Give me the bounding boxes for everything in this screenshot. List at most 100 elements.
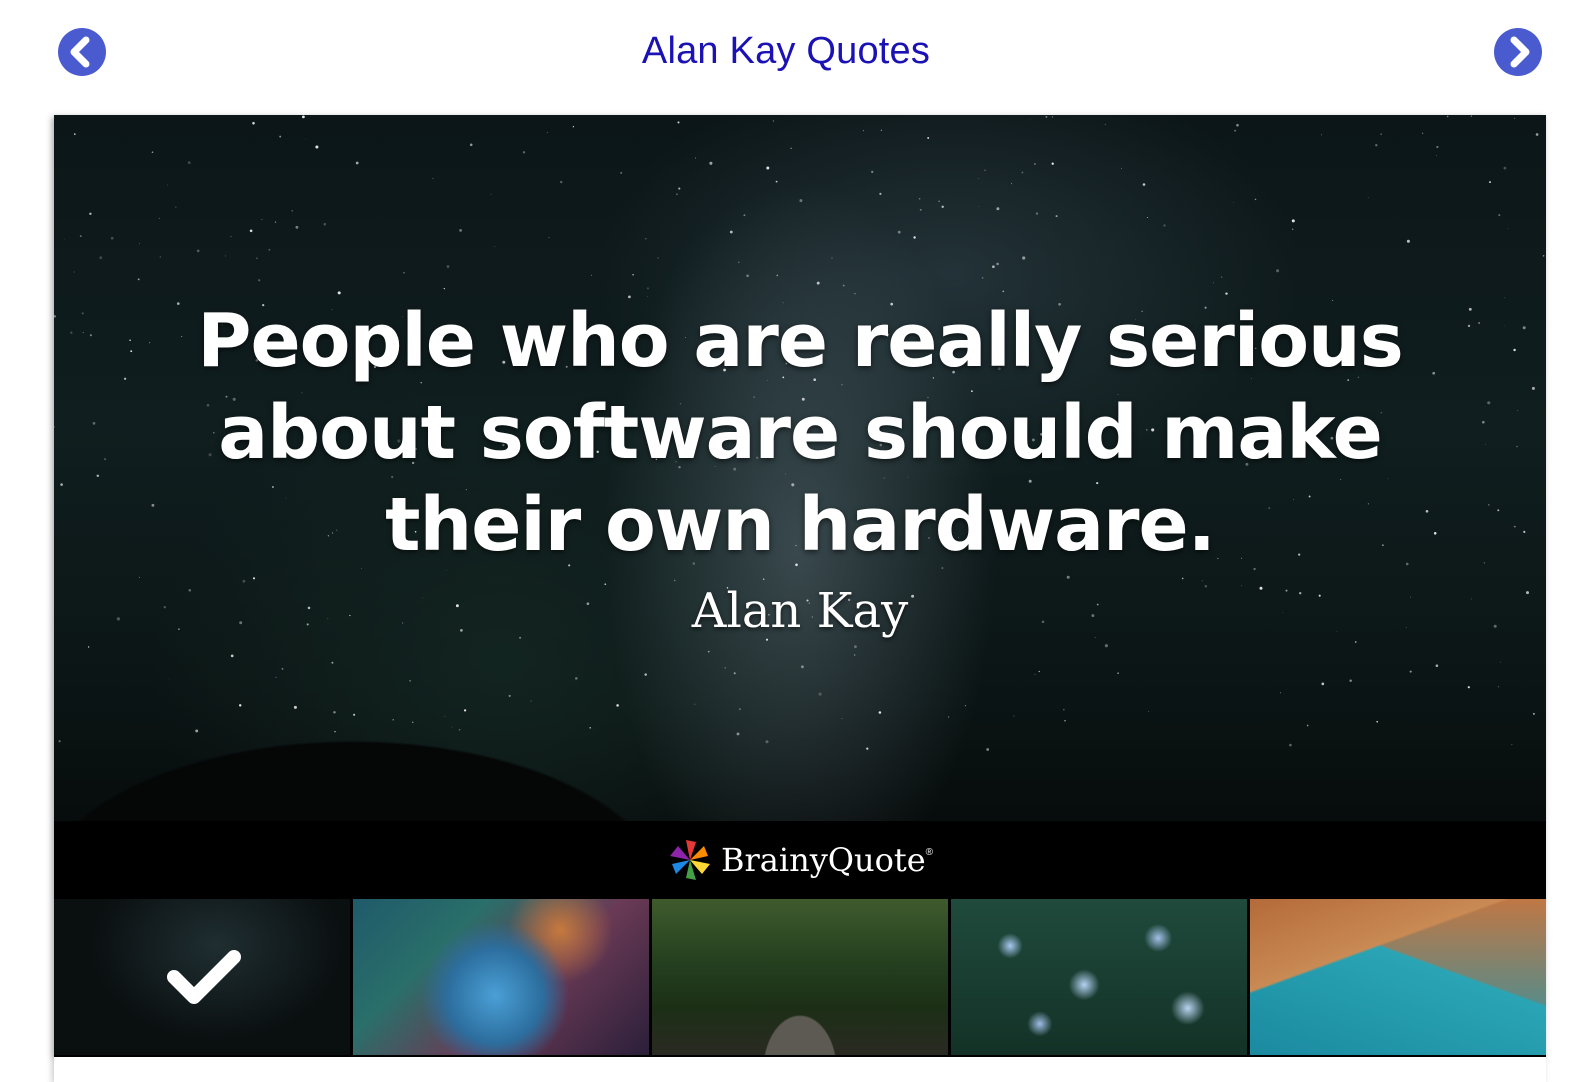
- star: [1035, 212, 1039, 215]
- star: [295, 225, 299, 229]
- star: [738, 261, 740, 263]
- quote-image[interactable]: People who are really serious about soft…: [54, 115, 1546, 899]
- header: Alan Kay Quotes: [0, 0, 1572, 110]
- star: [644, 237, 647, 240]
- star: [1436, 154, 1438, 156]
- star: [1051, 116, 1053, 118]
- star: [230, 235, 232, 238]
- star: [746, 274, 749, 278]
- star: [863, 130, 865, 132]
- star: [279, 135, 282, 138]
- star: [842, 284, 845, 287]
- star: [941, 205, 944, 208]
- thumbnail-nebula[interactable]: [353, 899, 649, 1055]
- star: [766, 166, 770, 170]
- star: [572, 126, 575, 128]
- star: [1011, 183, 1013, 185]
- star: [89, 212, 92, 216]
- star: [790, 147, 792, 149]
- star: [775, 180, 778, 183]
- star: [1146, 217, 1148, 218]
- star: [1232, 201, 1235, 204]
- brand-bar: BrainyQuote ®: [54, 821, 1546, 899]
- star: [709, 161, 713, 165]
- star: [137, 278, 140, 281]
- star: [225, 255, 226, 257]
- star: [302, 115, 305, 119]
- thumbnail-forest-bridge[interactable]: [652, 899, 948, 1055]
- next-quote-button[interactable]: [1494, 28, 1542, 76]
- star: [175, 206, 177, 208]
- thumbnail-blue-flowers[interactable]: [951, 899, 1247, 1055]
- star: [258, 279, 261, 282]
- star: [776, 274, 779, 277]
- star: [159, 256, 161, 258]
- star: [196, 249, 200, 253]
- star: [880, 129, 883, 132]
- star: [1380, 133, 1382, 135]
- star: [1213, 282, 1214, 284]
- star: [252, 577, 256, 580]
- star: [1436, 145, 1439, 149]
- star: [79, 235, 82, 238]
- star: [73, 271, 75, 273]
- star: [1104, 123, 1106, 125]
- star: [678, 187, 681, 190]
- registered-mark: ®: [925, 847, 934, 858]
- star: [695, 157, 696, 159]
- checkmark-icon: [167, 950, 241, 1004]
- star: [743, 214, 746, 217]
- star: [256, 257, 258, 260]
- star: [897, 230, 901, 234]
- star: [1291, 219, 1295, 223]
- star: [590, 274, 593, 277]
- star: [1542, 254, 1545, 257]
- thumbnail-coastal-cliffs[interactable]: [1250, 899, 1546, 1055]
- star: [560, 180, 563, 184]
- star: [763, 578, 765, 580]
- star: [252, 121, 255, 125]
- star: [1142, 183, 1146, 186]
- star: [977, 205, 979, 207]
- quote-text: People who are really serious about soft…: [197, 298, 1404, 568]
- star: [1470, 115, 1473, 117]
- star: [1163, 224, 1166, 227]
- star: [996, 262, 999, 266]
- star: [1051, 162, 1054, 165]
- star: [1221, 276, 1223, 278]
- thumbnail-starry-sky[interactable]: [54, 899, 350, 1055]
- star: [1121, 167, 1122, 169]
- star: [151, 151, 154, 153]
- star: [1514, 117, 1516, 119]
- star: [1236, 123, 1239, 127]
- star: [879, 192, 882, 195]
- star: [1033, 163, 1036, 165]
- star: [64, 238, 66, 240]
- star: [938, 200, 940, 202]
- star: [99, 256, 103, 260]
- star: [1446, 115, 1449, 118]
- star: [984, 169, 986, 172]
- chevron-right-icon: [1510, 36, 1530, 68]
- star: [657, 257, 659, 259]
- star: [1375, 144, 1378, 147]
- star: [729, 230, 733, 234]
- star: [546, 132, 548, 133]
- star: [110, 236, 114, 240]
- star: [632, 274, 634, 276]
- star: [274, 221, 277, 223]
- star: [918, 198, 921, 200]
- quote-author: Alan Kay: [691, 583, 909, 639]
- star: [1406, 239, 1410, 243]
- star: [871, 170, 874, 174]
- star: [446, 265, 450, 268]
- star: [268, 248, 271, 251]
- star: [73, 133, 76, 135]
- star: [443, 287, 445, 290]
- star: [167, 184, 169, 186]
- star: [337, 291, 341, 295]
- star: [469, 143, 473, 147]
- star: [676, 193, 678, 195]
- star: [1291, 228, 1294, 230]
- star: [1498, 214, 1501, 217]
